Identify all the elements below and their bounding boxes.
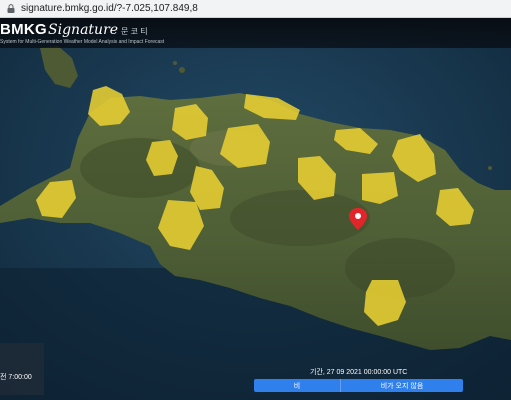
brand-logo[interactable]: BMKG Signature 문 코 티 (0, 21, 148, 38)
satellite-map (0, 18, 511, 400)
time-label: 전 7:00:00 (0, 374, 32, 381)
tagline: System for Multi-Generation Weather Mode… (0, 39, 165, 45)
lock-icon (7, 4, 15, 13)
brand-sub: Signature (48, 22, 119, 38)
period-label: 기간, 27 09 2021 00:00:00 UTC (310, 369, 408, 376)
brand-main: BMKG (0, 21, 48, 38)
brand-extra: 문 코 티 (121, 27, 148, 36)
time-panel[interactable]: 전 7:00:00 (0, 343, 44, 395)
no-rain-button[interactable]: 비가 오지 않음 (340, 379, 463, 392)
browser-url-bar[interactable]: signature.bmkg.go.id/?-7.025,107.849,8 (0, 0, 511, 18)
map-view[interactable] (0, 18, 511, 400)
rain-button[interactable]: 비 (254, 379, 340, 392)
app-header: BMKG Signature 문 코 티 System for Multi-Ge… (0, 18, 511, 48)
url-text: signature.bmkg.go.id/?-7.025,107.849,8 (21, 3, 198, 14)
